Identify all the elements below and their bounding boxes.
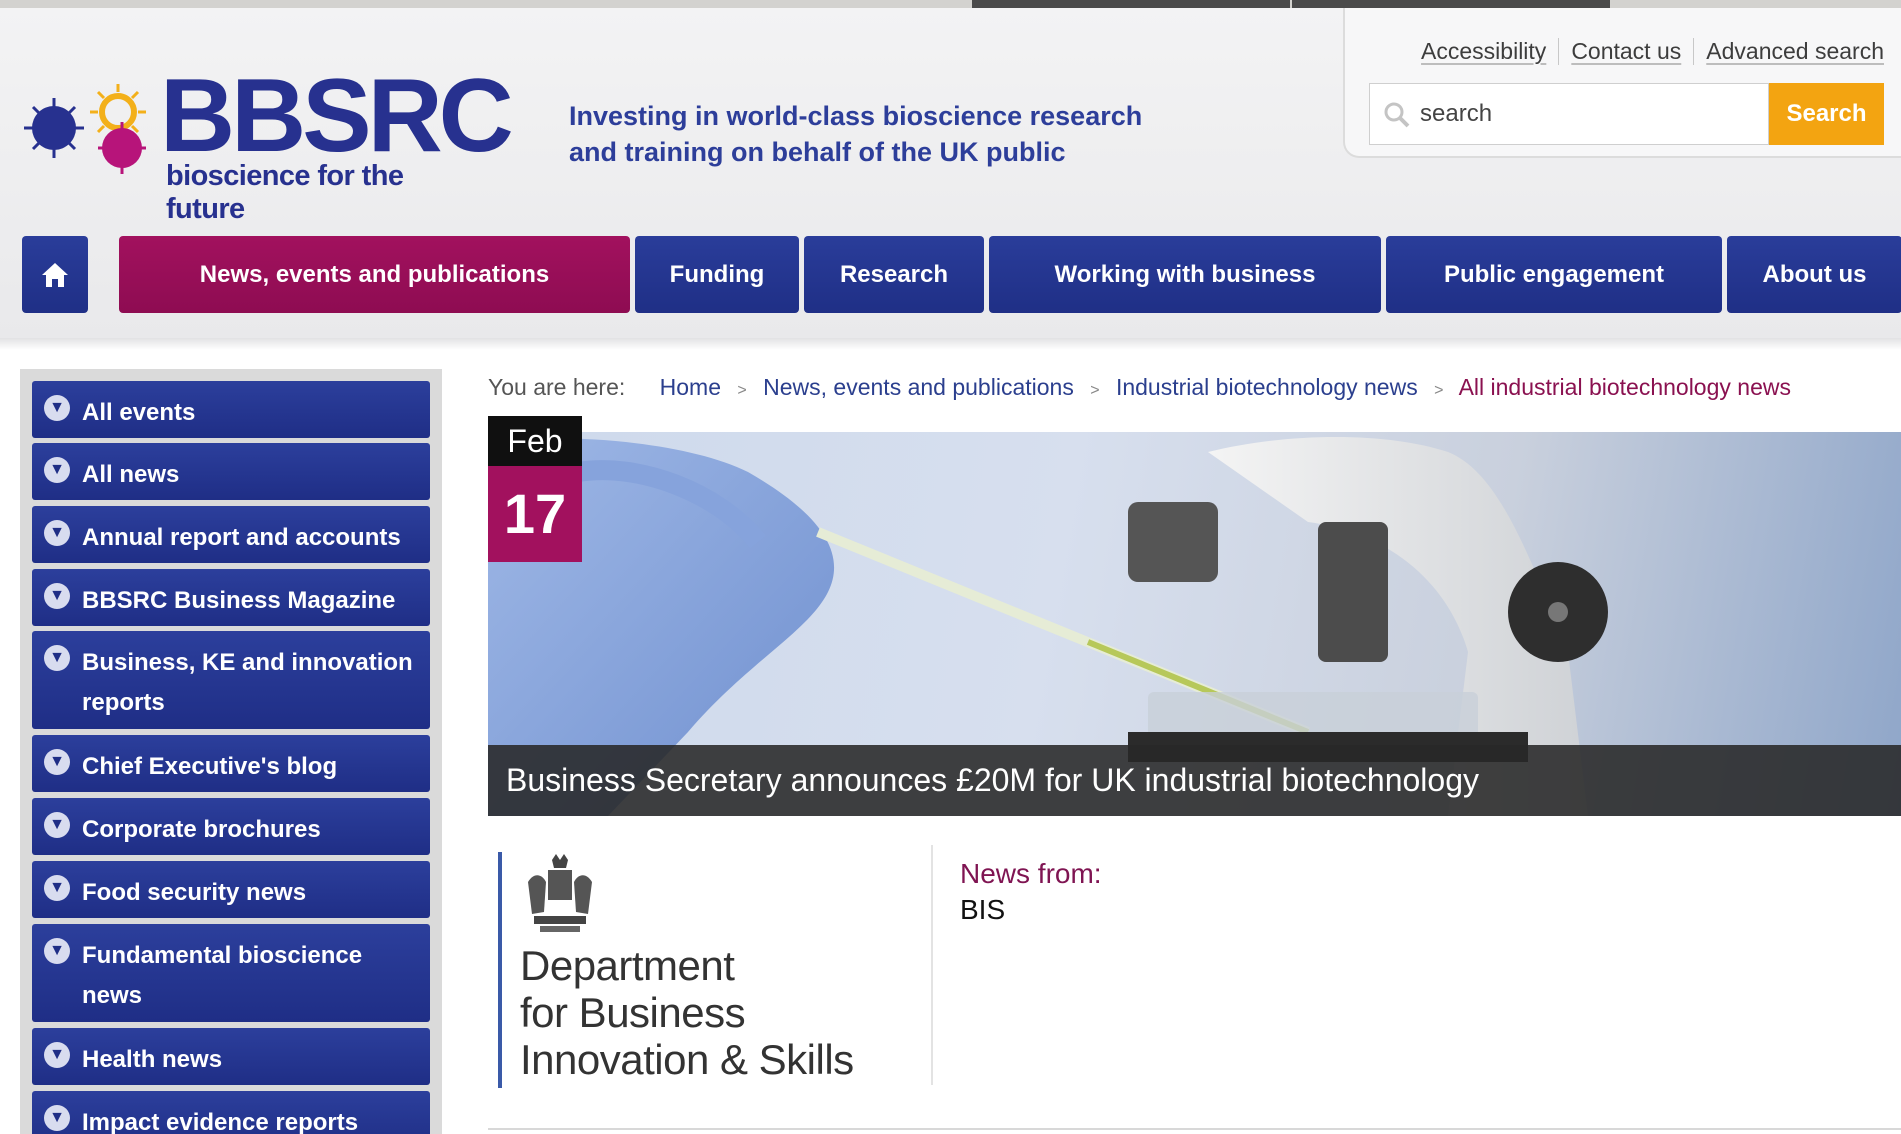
sidebar-item-food-security-news[interactable]: ▼ Food security news bbox=[32, 861, 430, 918]
nav-shadow bbox=[0, 338, 1901, 350]
sidebar-item-label: Impact evidence reports bbox=[82, 1109, 359, 1134]
content-rule bbox=[488, 1128, 1901, 1130]
sidebar-item-chief-executive-blog[interactable]: ▼ Chief Executive's blog bbox=[32, 735, 430, 792]
sidebar-item-all-events[interactable]: ▼ All events bbox=[32, 381, 430, 438]
sidebar-item-annual-report[interactable]: ▼ Annual report and accounts bbox=[32, 506, 430, 563]
sidebar: ▼ All events ▼ All news ▼ Annual report … bbox=[20, 369, 442, 1134]
search-input[interactable] bbox=[1420, 94, 1760, 134]
search-icon bbox=[1384, 102, 1410, 128]
down-arrow-icon: ▼ bbox=[44, 1042, 70, 1068]
down-arrow-icon: ▼ bbox=[44, 583, 70, 609]
down-arrow-icon: ▼ bbox=[44, 457, 70, 483]
breadcrumb-home[interactable]: Home bbox=[660, 374, 721, 400]
sidebar-item-label: Annual report and accounts bbox=[82, 524, 401, 551]
main-nav: News, events and publications Funding Re… bbox=[22, 236, 1901, 313]
site-header: BBSRC bioscience for the future Investin… bbox=[0, 8, 1901, 338]
search-panel: Accessibility Contact us Advanced search… bbox=[1343, 8, 1901, 158]
sidebar-item-label: BBSRC Business Magazine bbox=[82, 587, 396, 614]
nav-news-events-publications[interactable]: News, events and publications bbox=[119, 236, 630, 313]
bis-logo: Department for Business Innovation & Ski… bbox=[498, 852, 888, 1088]
news-from-label: News from: bbox=[960, 858, 1102, 889]
down-arrow-icon: ▼ bbox=[44, 812, 70, 838]
bis-logo-line: Department bbox=[520, 942, 735, 989]
search-button[interactable]: Search bbox=[1769, 83, 1884, 145]
date-day: 17 bbox=[488, 466, 582, 562]
breadcrumb-separator-icon: > bbox=[1434, 382, 1444, 399]
sidebar-item-label: Health news bbox=[82, 1046, 223, 1073]
sidebar-item-label: Business, KE and innovation reports bbox=[82, 649, 413, 716]
down-arrow-icon: ▼ bbox=[44, 1105, 70, 1131]
home-icon bbox=[42, 262, 68, 287]
accessibility-link[interactable]: Accessibility bbox=[1409, 38, 1560, 65]
brand-name: BBSRC bbox=[160, 58, 514, 174]
down-arrow-icon: ▼ bbox=[44, 875, 70, 901]
article-headline[interactable]: Business Secretary announces £20M for UK… bbox=[488, 745, 1901, 816]
sidebar-item-label: Food security news bbox=[82, 879, 307, 906]
nav-funding[interactable]: Funding bbox=[635, 236, 799, 313]
sidebar-item-all-news[interactable]: ▼ All news bbox=[32, 443, 430, 500]
sidebar-item-business-magazine[interactable]: ▼ BBSRC Business Magazine bbox=[32, 569, 430, 626]
royal-crest-icon bbox=[528, 854, 592, 932]
advanced-search-link[interactable]: Advanced search bbox=[1694, 38, 1884, 65]
nav-public-engagement[interactable]: Public engagement bbox=[1386, 236, 1722, 313]
news-from: News from: BIS bbox=[960, 858, 1102, 926]
strapline-line: Investing in world-class bioscience rese… bbox=[569, 101, 1143, 131]
date-month: Feb bbox=[488, 416, 582, 466]
breadcrumb-prefix: You are here: bbox=[488, 374, 626, 400]
strapline: Investing in world-class bioscience rese… bbox=[569, 98, 1189, 170]
strapline-line: and training on behalf of the UK public bbox=[569, 137, 1066, 167]
sidebar-item-impact-evidence-reports[interactable]: ▼ Impact evidence reports bbox=[32, 1091, 430, 1134]
bis-logo-line: Innovation & Skills bbox=[520, 1036, 854, 1083]
breadcrumb-separator-icon: > bbox=[737, 382, 747, 399]
down-arrow-icon: ▼ bbox=[44, 645, 70, 671]
hero-image[interactable]: Business Secretary announces £20M for UK… bbox=[488, 432, 1901, 816]
breadcrumb-separator-icon: > bbox=[1090, 382, 1100, 399]
home-button[interactable] bbox=[22, 236, 88, 313]
bis-logo-text: Department for Business Innovation & Ski… bbox=[520, 942, 854, 1083]
brand-tagline: bioscience for the future bbox=[166, 160, 404, 225]
bbsrc-logo[interactable]: BBSRC bioscience for the future bbox=[18, 64, 514, 225]
breadcrumb-industrial-biotech[interactable]: Industrial biotechnology news bbox=[1116, 374, 1418, 400]
breadcrumb: You are here: Home > News, events and pu… bbox=[488, 374, 1791, 401]
down-arrow-icon: ▼ bbox=[44, 938, 70, 964]
breadcrumb-current[interactable]: All industrial biotechnology news bbox=[1459, 374, 1791, 400]
down-arrow-icon: ▼ bbox=[44, 520, 70, 546]
molecule-logo-icon bbox=[24, 84, 146, 174]
contact-us-link[interactable]: Contact us bbox=[1559, 38, 1695, 65]
sidebar-item-label: All events bbox=[82, 399, 196, 426]
nav-about-us[interactable]: About us bbox=[1727, 236, 1901, 313]
utility-links: Accessibility Contact us Advanced search bbox=[1409, 38, 1884, 65]
tab-shade bbox=[1292, 0, 1610, 8]
sidebar-item-label: All news bbox=[82, 461, 180, 488]
nav-research[interactable]: Research bbox=[804, 236, 984, 313]
breadcrumb-news-events[interactable]: News, events and publications bbox=[763, 374, 1074, 400]
browser-top-strip bbox=[0, 0, 1901, 8]
search-field[interactable] bbox=[1369, 83, 1769, 145]
down-arrow-icon: ▼ bbox=[44, 749, 70, 775]
sidebar-item-fundamental-bioscience-news[interactable]: ▼ Fundamental bioscience news bbox=[32, 924, 430, 1022]
sidebar-item-label: Corporate brochures bbox=[82, 816, 321, 843]
sidebar-item-health-news[interactable]: ▼ Health news bbox=[32, 1028, 430, 1085]
tab-shade bbox=[972, 0, 1290, 8]
divider bbox=[931, 845, 933, 1085]
date-badge: Feb 17 bbox=[488, 416, 582, 562]
bis-logo-line: for Business bbox=[520, 989, 746, 1036]
down-arrow-icon: ▼ bbox=[44, 395, 70, 421]
sidebar-item-label: Chief Executive's blog bbox=[82, 753, 338, 780]
news-from-source: BIS bbox=[960, 894, 1006, 925]
sidebar-item-corporate-brochures[interactable]: ▼ Corporate brochures bbox=[32, 798, 430, 855]
nav-working-with-business[interactable]: Working with business bbox=[989, 236, 1381, 313]
sidebar-item-label: Fundamental bioscience news bbox=[82, 942, 363, 1009]
sidebar-item-business-ke-reports[interactable]: ▼ Business, KE and innovation reports bbox=[32, 631, 430, 729]
